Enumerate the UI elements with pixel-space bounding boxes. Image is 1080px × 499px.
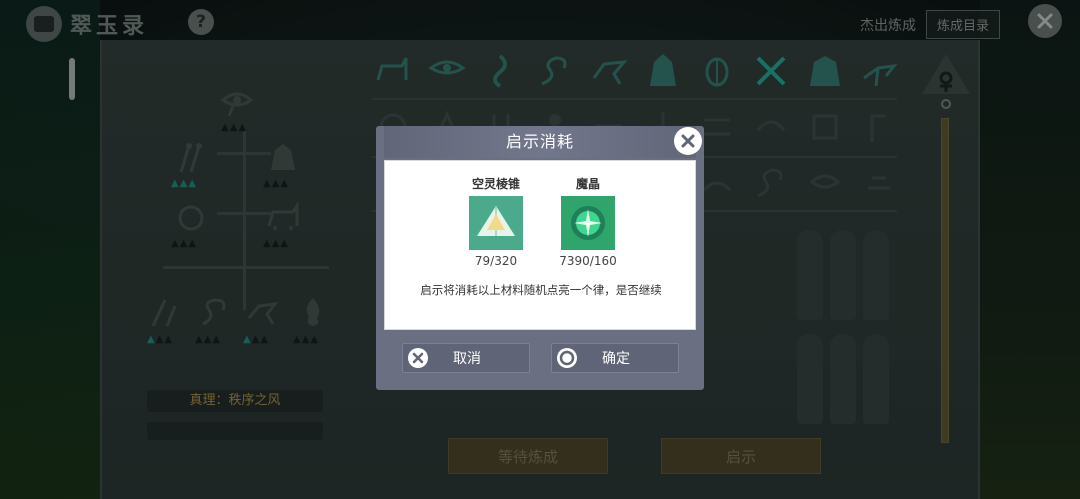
dialog-close-button[interactable]: [674, 127, 702, 155]
dialog-body: 空灵棱锥 79/320 魔晶 7390/160 启示将消耗以上材料随机点亮一个律…: [384, 160, 696, 330]
confirm-circle-icon: [556, 347, 578, 369]
cost-item-count: 79/320: [474, 254, 518, 268]
cost-item-count: 7390/160: [559, 254, 617, 268]
cancel-x-icon: [407, 347, 429, 369]
cost-item-name: 空灵棱锥: [471, 177, 520, 191]
dialog-title: 启示消耗: [505, 132, 574, 151]
cost-item-pyramid: 空灵棱锥 79/320: [451, 175, 541, 268]
confirm-button[interactable]: 确定: [551, 343, 679, 373]
cost-item-crystal: 魔晶 7390/160: [543, 175, 633, 268]
cancel-label: 取消: [453, 351, 481, 367]
dialog-description: 启示将消耗以上材料随机点亮一个律，是否继续: [420, 283, 662, 297]
cancel-button[interactable]: 取消: [402, 343, 530, 373]
dialog-header: 启示消耗: [384, 126, 702, 158]
cost-item-name: 魔晶: [575, 177, 600, 191]
reveal-cost-dialog: 启示消耗 空灵棱锥 79/320 魔晶 7390/160 启示将消耗以上材料随机…: [376, 126, 704, 390]
confirm-label: 确定: [602, 351, 630, 367]
crystal-orb-icon: [561, 196, 615, 250]
close-icon: [681, 134, 695, 148]
pyramid-icon: [469, 196, 523, 250]
